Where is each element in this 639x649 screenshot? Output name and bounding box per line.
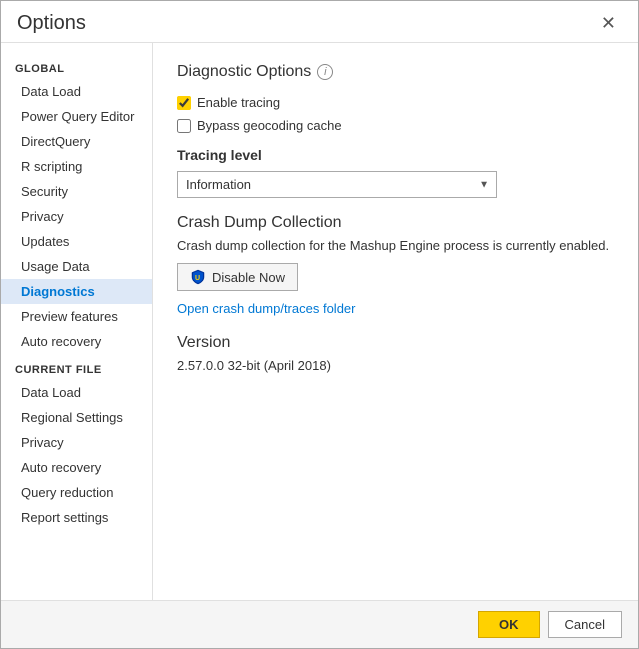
- sidebar-item-security[interactable]: Security: [1, 179, 152, 204]
- sidebar-item-cf-data-load[interactable]: Data Load: [1, 380, 152, 405]
- enable-tracing-row: Enable tracing: [177, 95, 614, 110]
- crash-dump-desc: Crash dump collection for the Mashup Eng…: [177, 238, 614, 253]
- disable-now-label: Disable Now: [212, 270, 285, 285]
- info-icon[interactable]: i: [317, 64, 333, 80]
- sidebar-item-diagnostics[interactable]: Diagnostics: [1, 279, 152, 304]
- sidebar: GLOBAL Data Load Power Query Editor Dire…: [1, 43, 153, 600]
- ok-button[interactable]: OK: [478, 611, 540, 638]
- open-crash-dump-link[interactable]: Open crash dump/traces folder: [177, 301, 614, 316]
- title-bar: Options ✕: [1, 1, 638, 42]
- bypass-geocoding-label: Bypass geocoding cache: [197, 118, 342, 133]
- version-text: 2.57.0.0 32-bit (April 2018): [177, 358, 614, 373]
- sidebar-item-data-load[interactable]: Data Load: [1, 79, 152, 104]
- tracing-level-label: Tracing level: [177, 147, 614, 163]
- sidebar-item-usage-data[interactable]: Usage Data: [1, 254, 152, 279]
- current-file-section-label: CURRENT FILE: [1, 354, 152, 380]
- tracing-level-select[interactable]: Information Verbose Warning Error: [177, 171, 497, 198]
- sidebar-item-cf-report-settings[interactable]: Report settings: [1, 505, 152, 530]
- bypass-geocoding-row: Bypass geocoding cache: [177, 118, 614, 133]
- sidebar-item-auto-recovery[interactable]: Auto recovery: [1, 329, 152, 354]
- svg-text:U: U: [195, 275, 200, 282]
- bypass-geocoding-checkbox[interactable]: [177, 119, 191, 133]
- sidebar-item-updates[interactable]: Updates: [1, 229, 152, 254]
- sidebar-item-cf-regional-settings[interactable]: Regional Settings: [1, 405, 152, 430]
- sidebar-item-cf-query-reduction[interactable]: Query reduction: [1, 480, 152, 505]
- version-title: Version: [177, 334, 614, 352]
- enable-tracing-label: Enable tracing: [197, 95, 280, 110]
- sidebar-item-preview-features[interactable]: Preview features: [1, 304, 152, 329]
- dialog-title: Options: [17, 12, 86, 35]
- sidebar-item-cf-auto-recovery[interactable]: Auto recovery: [1, 455, 152, 480]
- enable-tracing-checkbox[interactable]: [177, 96, 191, 110]
- tracing-level-select-wrapper: Information Verbose Warning Error ▼: [177, 171, 497, 198]
- main-content: Diagnostic Options i Enable tracing Bypa…: [153, 43, 638, 600]
- dialog-body: GLOBAL Data Load Power Query Editor Dire…: [1, 42, 638, 600]
- dialog-footer: OK Cancel: [1, 600, 638, 648]
- crash-dump-title: Crash Dump Collection: [177, 214, 614, 232]
- disable-now-button[interactable]: U Disable Now: [177, 263, 298, 291]
- sidebar-item-r-scripting[interactable]: R scripting: [1, 154, 152, 179]
- sidebar-item-privacy[interactable]: Privacy: [1, 204, 152, 229]
- cancel-button[interactable]: Cancel: [548, 611, 622, 638]
- close-button[interactable]: ✕: [595, 11, 622, 36]
- sidebar-item-cf-privacy[interactable]: Privacy: [1, 430, 152, 455]
- options-dialog: Options ✕ GLOBAL Data Load Power Query E…: [0, 0, 639, 649]
- sidebar-item-power-query-editor[interactable]: Power Query Editor: [1, 104, 152, 129]
- diagnostic-title: Diagnostic Options i: [177, 63, 614, 81]
- shield-icon: U: [190, 269, 206, 285]
- global-section-label: GLOBAL: [1, 53, 152, 79]
- sidebar-item-direct-query[interactable]: DirectQuery: [1, 129, 152, 154]
